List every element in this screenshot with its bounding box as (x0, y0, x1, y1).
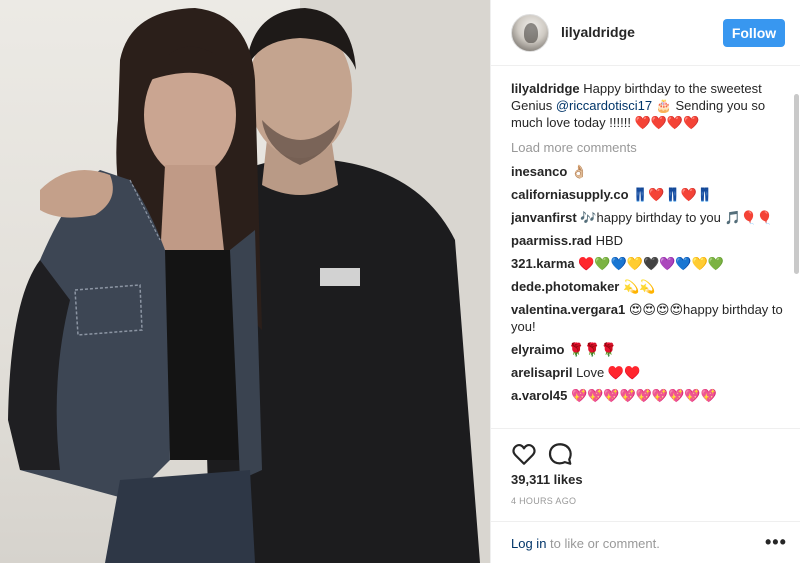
comment-username[interactable]: californiasupply.co (511, 187, 629, 202)
comment-text: HBD (595, 233, 624, 248)
post-actions: 39,311 likes 4 HOURS AGO Log in to like … (491, 428, 800, 563)
caption-mention[interactable]: @riccardotisci17 (556, 98, 652, 113)
comment-username[interactable]: janvanfirst (511, 210, 577, 225)
comment-username[interactable]: valentina.vergara1 (511, 302, 625, 317)
comments-list: lilyaldridge Happy birthday to the sweet… (511, 80, 789, 428)
comment-item: californiasupply.co 👖❤️👖❤️👖 (511, 186, 789, 203)
comment-text: 💖💖💖💖💖💖💖💖💖 (571, 388, 717, 403)
comment-text: 👌🏼 (570, 164, 588, 179)
avatar[interactable] (511, 14, 549, 52)
comments-scrollbar[interactable] (794, 82, 799, 282)
comment-text: 🌹🌹🌹 (568, 342, 617, 357)
post-photo-illustration (8, 0, 490, 563)
comment-item: paarmiss.rad HBD (511, 232, 789, 249)
comment-text: 💫💫 (622, 279, 656, 294)
caption: lilyaldridge Happy birthday to the sweet… (511, 80, 789, 131)
caption-username[interactable]: lilyaldridge (511, 81, 580, 96)
post-header: lilyaldridge Follow (491, 0, 800, 66)
comment-username[interactable]: arelisapril (511, 365, 572, 380)
comment-item: inesanco 👌🏼 (511, 163, 789, 180)
comment-item: a.varol45 💖💖💖💖💖💖💖💖💖 (511, 387, 789, 404)
post-panel: lilyaldridge Follow lilyaldridge Happy b… (490, 0, 800, 563)
comment-text: Love ♥️♥️ (576, 365, 641, 380)
post-time[interactable]: 4 HOURS AGO (511, 496, 576, 506)
heart-icon[interactable] (511, 441, 537, 467)
login-link[interactable]: Log in (511, 536, 546, 551)
comment-text: 🎶happy birthday to you 🎵🎈🎈 (580, 210, 774, 225)
follow-button[interactable]: Follow (723, 19, 785, 47)
scrollbar-thumb[interactable] (794, 94, 799, 274)
comment-item: elyraimo 🌹🌹🌹 (511, 341, 789, 358)
comment-username[interactable]: dede.photomaker (511, 279, 619, 294)
comment-item: arelisapril Love ♥️♥️ (511, 364, 789, 381)
comment-item: valentina.vergara1 😍😍😍😍happy birthday to… (511, 301, 789, 335)
comment-username[interactable]: paarmiss.rad (511, 233, 592, 248)
more-options-icon[interactable]: ••• (765, 532, 787, 553)
comment-text: ♥️💚💙💛🖤💜💙💛💚 (578, 256, 724, 271)
comment-item: janvanfirst 🎶happy birthday to you 🎵🎈🎈 (511, 209, 789, 226)
comment-item: dede.photomaker 💫💫 (511, 278, 789, 295)
comment-username[interactable]: a.varol45 (511, 388, 567, 403)
header-username[interactable]: lilyaldridge (561, 24, 635, 40)
load-more-comments[interactable]: Load more comments (511, 139, 789, 156)
login-prompt: Log in to like or comment. (511, 536, 660, 551)
post-photo (0, 0, 490, 563)
comment-icon[interactable] (547, 441, 573, 467)
login-prompt-text: to like or comment. (546, 536, 660, 551)
login-bar: Log in to like or comment. ••• (491, 521, 800, 563)
comment-username[interactable]: 321.karma (511, 256, 575, 271)
comment-username[interactable]: inesanco (511, 164, 567, 179)
comment-username[interactable]: elyraimo (511, 342, 564, 357)
likes-count[interactable]: 39,311 likes (511, 472, 583, 487)
comment-text: 👖❤️👖❤️👖 (632, 187, 714, 202)
comment-item: 321.karma ♥️💚💙💛🖤💜💙💛💚 (511, 255, 789, 272)
